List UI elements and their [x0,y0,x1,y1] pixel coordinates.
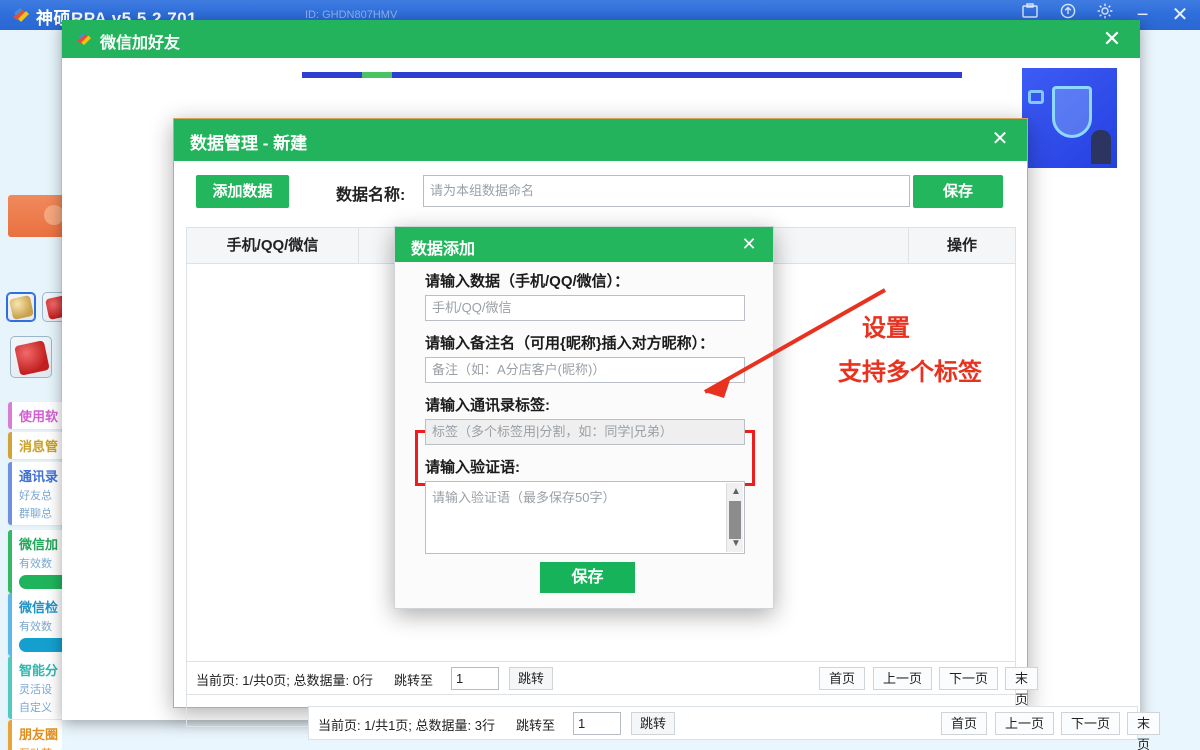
jump-button[interactable]: 跳转 [509,667,553,690]
first-page-button[interactable]: 首页 [819,667,866,690]
save-button[interactable]: 保存 [913,175,1003,208]
last-page-button[interactable]: 末页 [1005,667,1039,707]
sidebar-item-account-1[interactable] [6,292,36,322]
banner-strip [302,72,962,78]
app-sidebar: 使用软 消息管 通讯录 好友总 群聊总 微信加 有效数 微信检 有效数 智能分 [0,30,138,750]
annotation-line-2: 支持多个标签 [838,359,982,386]
data-add-title: 数据添加 [411,241,476,258]
wechat-window-body: 数据管理 - 新建 ✕ 添加数据 数据名称: 请为本组数据命名 保存 手机/QQ… [62,58,1161,750]
jump-page-input[interactable]: 1 [451,667,499,690]
data-field-input[interactable]: 手机/QQ/微信 [425,295,745,321]
close-icon[interactable]: ✕ [737,232,761,256]
remark-field-input[interactable]: 备注（如：A分店客户(昵称)） [425,357,745,383]
data-add-titlebar: 数据添加 ✕ [395,227,773,262]
verify-field-placeholder: 请输入验证语（最多保存50字） [432,490,616,505]
next-page-button[interactable]: 下一页 [1061,712,1121,735]
data-manage-dialog: 数据管理 - 新建 ✕ 添加数据 数据名称: 请为本组数据命名 保存 手机/QQ… [173,118,1039,727]
verify-field-label: 请输入验证语: [425,459,520,476]
tag-field-label: 请输入通讯录标签: [425,397,550,414]
data-field-label: 请输入数据（手机/QQ/微信）： [425,273,630,290]
app-logo-icon [76,32,92,46]
data-name-label: 数据名称: [336,187,406,204]
column-header-operation: 操作 [909,228,1015,264]
data-name-input[interactable]: 请为本组数据命名 [423,175,910,207]
pagination-info: 当前页: 1/共1页; 总数据量: 3行 [318,718,495,733]
banner-illustration [1022,68,1117,168]
first-page-button[interactable]: 首页 [941,712,988,735]
screen: 神硕RPA v5.5.2.701 ID: GHDN807HMV − ✕ 使用软 [0,0,1200,750]
data-manage-titlebar: 数据管理 - 新建 ✕ [174,119,1027,161]
close-icon[interactable]: ✕ [1168,0,1192,30]
remark-field-label: 请输入备注名（可用{昵称}插入对方昵称）： [425,335,715,352]
last-page-button[interactable]: 末页 [1127,712,1161,750]
data-manage-toolbar: 添加数据 数据名称: 请为本组数据命名 保存 [174,161,1027,223]
add-data-button[interactable]: 添加数据 [196,175,289,208]
data-add-save-button[interactable]: 保存 [540,562,635,593]
verify-field-textarea[interactable]: 请输入验证语（最多保存50字） ▲ ▼ [425,481,745,554]
wechat-window-titlebar: 微信加好友 ✕ [62,20,1140,58]
scroll-down-icon[interactable]: ▼ [731,538,741,549]
prev-page-button[interactable]: 上一页 [873,667,933,690]
close-icon[interactable]: ✕ [987,126,1013,152]
close-icon[interactable]: ✕ [1100,26,1124,52]
annotation-line-1: 设置 [862,315,910,342]
scroll-up-icon[interactable]: ▲ [731,486,741,497]
jump-button[interactable]: 跳转 [631,712,675,735]
pagination-info: 当前页: 1/共0页; 总数据量: 0行 [196,673,373,688]
textarea-scrollbar[interactable]: ▲ ▼ [726,483,743,552]
outer-pagination: 当前页: 1/共1页; 总数据量: 3行 跳转至 1 跳转 首页 上一页 下一页… [308,706,1161,750]
scrollbar-thumb[interactable] [729,501,741,539]
jump-label: 跳转至 [394,673,434,688]
sidebar-item-account-3[interactable] [10,336,52,378]
app-logo-icon [12,7,30,23]
jump-page-input[interactable]: 1 [573,712,621,735]
tag-field-input[interactable]: 标签（多个标签用|分割，如：同学|兄弟） [425,419,745,445]
data-manage-title: 数据管理 - 新建 [190,134,308,153]
data-add-body: 请输入数据（手机/QQ/微信）： 手机/QQ/微信 请输入备注名（可用{昵称}插… [395,262,773,608]
data-manage-pagination: 当前页: 1/共0页; 总数据量: 0行 跳转至 1 跳转 首页 上一页 下一页… [186,661,1039,707]
wechat-window-title: 微信加好友 [100,35,181,52]
column-header-phone: 手机/QQ/微信 [187,228,359,264]
sidebar-promo-banner[interactable] [8,195,70,237]
jump-label: 跳转至 [516,718,556,733]
data-add-dialog: 数据添加 ✕ 请输入数据（手机/QQ/微信）： 手机/QQ/微信 请输入备注名（… [394,226,774,609]
next-page-button[interactable]: 下一页 [939,667,999,690]
prev-page-button[interactable]: 上一页 [995,712,1055,735]
